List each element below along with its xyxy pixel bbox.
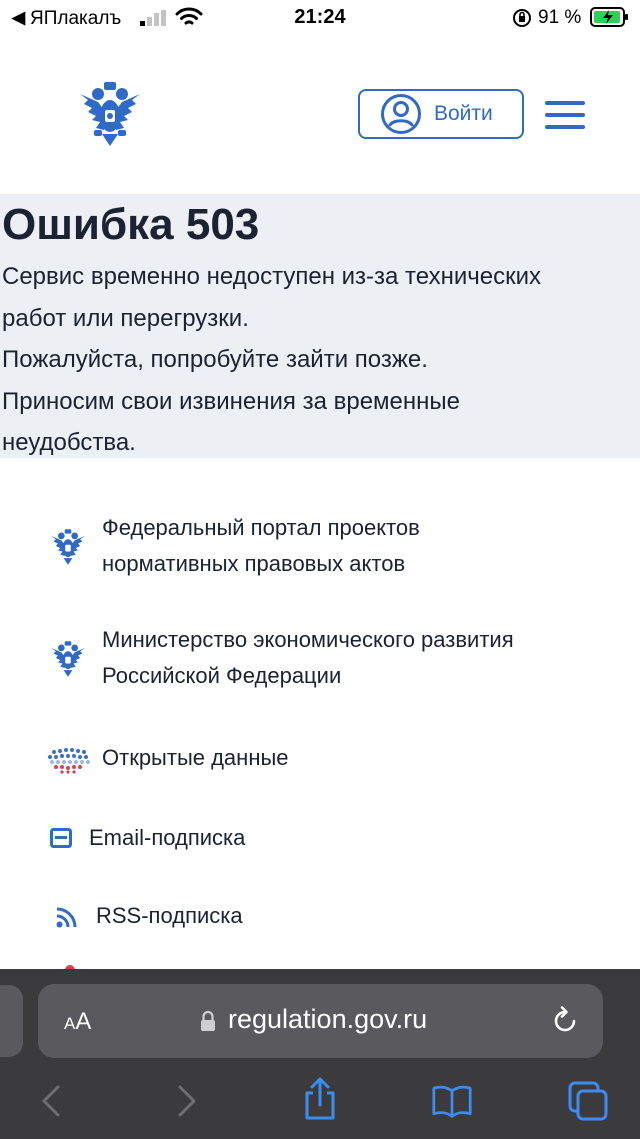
link-label: Email-подписка [89, 825, 246, 850]
link-label: Открытые данные [102, 745, 289, 770]
login-label: Войти [434, 102, 493, 125]
open-data-icon [48, 748, 90, 774]
eagle-emblem-icon[interactable] [74, 80, 146, 148]
error-line: работ или перегрузки. [2, 304, 249, 332]
link-label: Федеральный портал проектов [102, 515, 420, 540]
forward-icon[interactable] [166, 1081, 206, 1121]
orientation-lock-icon [513, 9, 531, 27]
site-header: Войти [0, 34, 640, 194]
user-icon [381, 94, 421, 134]
link-label: нормативных правовых актов [102, 551, 406, 576]
link-open-data[interactable]: Открытые данные [0, 738, 640, 778]
link-federal-portal[interactable]: Федеральный портал проектов нормативных … [0, 510, 640, 590]
eagle-emblem-icon [51, 529, 85, 565]
battery-charging-icon [590, 7, 628, 27]
text-size-button[interactable]: AA [64, 1008, 91, 1036]
link-ministry[interactable]: Министерство экономического развития Рос… [0, 622, 640, 702]
link-email-subscription[interactable]: Email-подписка [0, 818, 640, 858]
eagle-emblem-icon [51, 641, 85, 677]
link-rss-subscription[interactable]: RSS-подписка [0, 896, 640, 936]
error-line: Пожалуйста, попробуйте зайти позже. [2, 346, 428, 373]
tabs-icon[interactable] [568, 1081, 608, 1121]
link-label: Российской Федерации [102, 663, 342, 688]
url-text: regulation.gov.ru [228, 1004, 428, 1034]
status-bar: ◀ ЯПлакалъ 21:24 91 % [0, 0, 640, 34]
hamburger-menu-icon[interactable] [545, 101, 585, 129]
error-message-block: Ошибка 503 Сервис временно недоступен из… [0, 194, 640, 458]
error-line: Приносим свои извинения за временные [2, 387, 460, 415]
address-bar[interactable]: AA regulation.gov.ru [38, 984, 603, 1058]
reload-icon[interactable] [550, 1006, 580, 1036]
share-icon[interactable] [300, 1077, 340, 1121]
error-description: Сервис временно недоступен из-за техниче… [2, 256, 640, 458]
back-icon[interactable] [32, 1081, 72, 1121]
battery-percent: 91 % [538, 7, 582, 28]
error-line: Сервис временно недоступен из-за техниче… [2, 263, 542, 290]
email-icon [50, 828, 72, 848]
link-label: Министерство экономического развития [102, 627, 514, 652]
browser-toolbar: AA regulation.gov.ru [0, 969, 640, 1139]
link-label: RSS-подписка [96, 903, 243, 928]
error-line: неудобства. [2, 429, 136, 456]
login-button[interactable]: Войти [358, 89, 524, 139]
lock-icon [201, 1010, 215, 1031]
rss-icon [56, 907, 77, 928]
bookmarks-icon[interactable] [432, 1081, 472, 1121]
error-title: Ошибка 503 [2, 200, 260, 249]
previous-tab-preview[interactable] [0, 985, 23, 1057]
